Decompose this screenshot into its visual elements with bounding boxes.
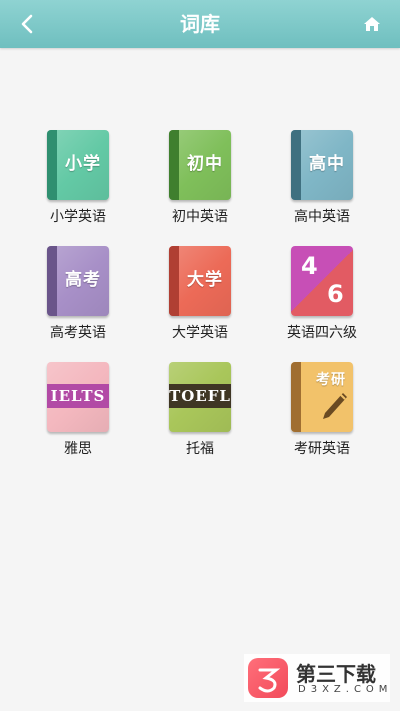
book-item-college[interactable]: 大学 大学英语 (152, 246, 248, 346)
book-label[interactable]: 高中英语 (274, 206, 370, 226)
watermark-domain: D3XZ.COM (298, 684, 393, 695)
book-cover[interactable]: 大学 (169, 246, 231, 316)
book-label[interactable]: 小学英语 (30, 206, 126, 226)
book-cover[interactable]: IELTS (47, 362, 109, 432)
cover-title: 大学 (187, 270, 223, 290)
book-label[interactable]: 雅思 (30, 438, 126, 458)
pen-icon (323, 393, 347, 419)
home-icon[interactable] (362, 14, 382, 34)
watermark-logo-icon (248, 658, 288, 698)
cover-title: 初中 (187, 154, 223, 174)
cover-title: 小学 (65, 154, 101, 174)
book-cover[interactable]: 考研 (291, 362, 353, 432)
book-cover[interactable]: 高考 (47, 246, 109, 316)
book-label[interactable]: 托福 (152, 438, 248, 458)
book-item-senior[interactable]: 高中 高中英语 (274, 130, 370, 230)
watermark: 第三下载 D3XZ.COM (244, 654, 390, 702)
cover-title: 高考 (65, 270, 101, 290)
book-label[interactable]: 初中英语 (152, 206, 248, 226)
cover-title: IELTS (47, 384, 109, 408)
book-item-ielts[interactable]: IELTS 雅思 (30, 362, 126, 462)
book-item-junior[interactable]: 初中 初中英语 (152, 130, 248, 230)
watermark-name: 第三下载 (296, 662, 376, 686)
book-item-cet[interactable]: 4 6 英语四六级 (274, 246, 370, 346)
top-bar: 词库 (0, 0, 400, 48)
cover-title: 高中 (309, 154, 345, 174)
book-item-gaokao[interactable]: 高考 高考英语 (30, 246, 126, 346)
book-cover[interactable]: 高中 (291, 130, 353, 200)
book-label[interactable]: 大学英语 (152, 322, 248, 342)
book-cover[interactable]: 4 6 (291, 246, 353, 316)
book-label[interactable]: 高考英语 (30, 322, 126, 342)
page-title: 词库 (180, 12, 220, 36)
cover-number-4: 4 (301, 252, 318, 280)
book-label[interactable]: 英语四六级 (274, 322, 370, 342)
cover-number-6: 6 (327, 280, 344, 308)
book-item-toefl[interactable]: TOEFL 托福 (152, 362, 248, 462)
book-item-primary[interactable]: 小学 小学英语 (30, 130, 126, 230)
book-label[interactable]: 考研英语 (274, 438, 370, 458)
book-item-postgrad[interactable]: 考研 考研英语 (274, 362, 370, 462)
book-cover[interactable]: 小学 (47, 130, 109, 200)
book-cover[interactable]: TOEFL (169, 362, 231, 432)
cover-title: TOEFL (169, 384, 231, 408)
book-cover[interactable]: 初中 (169, 130, 231, 200)
